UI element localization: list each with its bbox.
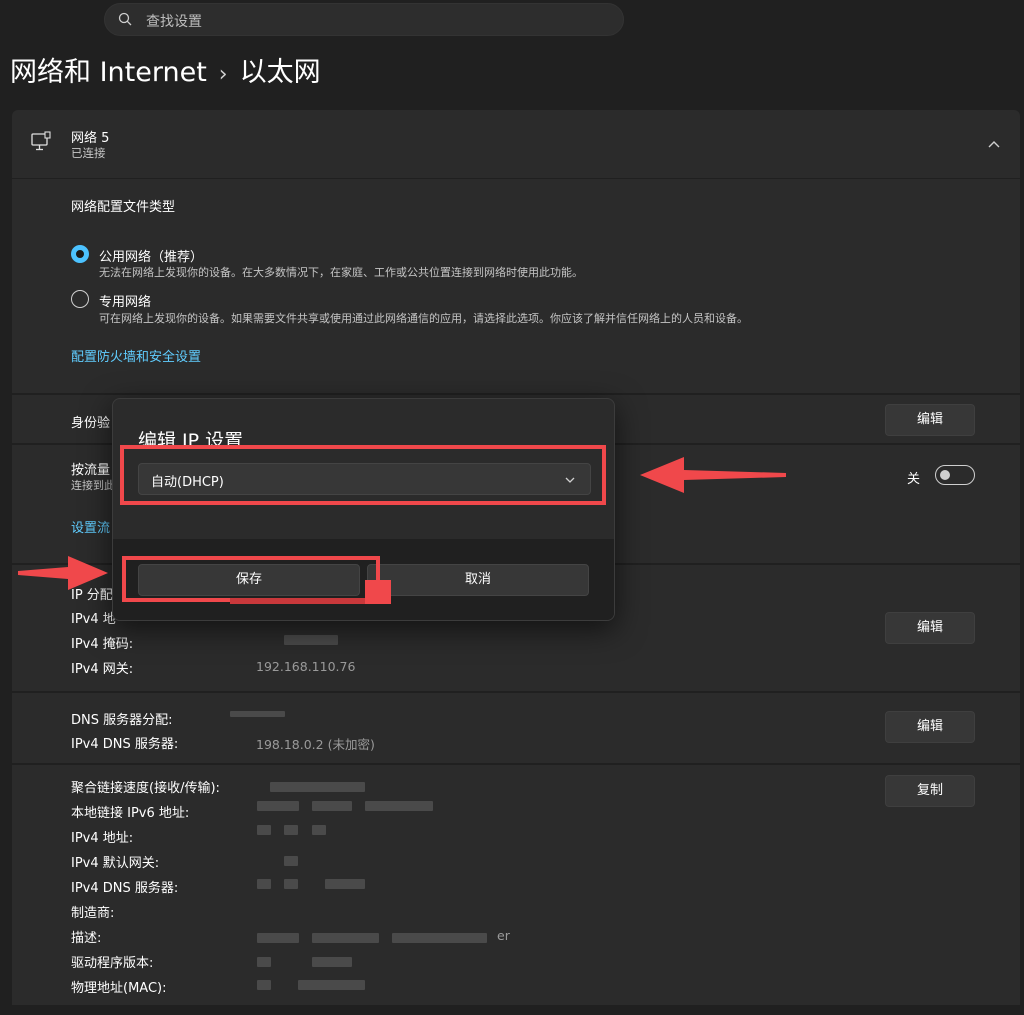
metered-label: 按流量 <box>71 463 111 478</box>
blurred-dns-assign <box>230 711 285 717</box>
prop-label: 描述: <box>71 931 102 946</box>
prop-label: 驱动程序版本: <box>71 956 154 971</box>
metered-sub: 连接到此 <box>71 479 115 492</box>
search-placeholder: 查找设置 <box>146 14 202 30</box>
cancel-button[interactable]: 取消 <box>367 564 589 596</box>
blurred-value <box>257 801 299 811</box>
annotation-arrow-right <box>18 556 108 590</box>
network-name: 网络 5 <box>71 131 110 146</box>
blurred-value <box>270 782 365 792</box>
profile-heading: 网络配置文件类型 <box>71 200 176 215</box>
dns-edit-button[interactable]: 编辑 <box>885 711 975 743</box>
toggle-state-label: 关 <box>907 472 921 487</box>
prop-label: IPv4 默认网关: <box>71 856 160 871</box>
blurred-value <box>257 879 271 889</box>
blurred-value <box>284 856 298 866</box>
radio-private-desc: 可在网络上发现你的设备。如果需要文件共享或使用通过此网络通信的应用，请选择此选项… <box>99 312 748 325</box>
prop-label: IPv4 地址: <box>71 831 134 846</box>
highlight-marker <box>365 580 391 604</box>
radio-public-label: 公用网络（推荐） <box>99 250 204 265</box>
prop-label: IPv4 DNS 服务器: <box>71 881 179 896</box>
breadcrumb-current: 以太网 <box>239 57 321 88</box>
copy-button[interactable]: 复制 <box>885 775 975 807</box>
prop-label: 聚合链接速度(接收/传输): <box>71 781 220 796</box>
description-tail: er <box>497 928 510 943</box>
network-status: 已连接 <box>71 146 106 160</box>
ipv4-address-label: IPv4 地 <box>71 612 116 627</box>
blurred-value <box>312 933 379 943</box>
blurred-value <box>257 825 271 835</box>
dns-row <box>12 693 1020 763</box>
dns-ipv4-value: 198.18.0.2 (未加密) <box>256 737 375 752</box>
search-box[interactable]: 查找设置 <box>104 3 624 36</box>
radio-private-label: 专用网络 <box>99 295 152 310</box>
prop-label: 本地链接 IPv6 地址: <box>71 806 190 821</box>
network-header[interactable] <box>12 110 1020 178</box>
blurred-value <box>312 801 352 811</box>
blurred-value <box>365 801 433 811</box>
blurred-mask <box>284 635 338 645</box>
radio-public[interactable] <box>71 245 89 263</box>
prop-label: 物理地址(MAC): <box>71 981 167 996</box>
ipv4-mask-label: IPv4 掩码: <box>71 637 134 652</box>
ipv4-gateway-label: IPv4 网关: <box>71 662 134 677</box>
dns-ipv4-label: IPv4 DNS 服务器: <box>71 737 179 752</box>
blurred-value <box>257 957 271 967</box>
prop-label: 制造商: <box>71 906 115 921</box>
annotation-arrow-left <box>640 457 786 493</box>
page-title: 网络和 Internet › 以太网 <box>10 50 321 89</box>
data-limit-link[interactable]: 设置流 <box>71 517 110 536</box>
ip-edit-button[interactable]: 编辑 <box>885 612 975 644</box>
ethernet-icon <box>31 131 51 151</box>
auth-edit-button[interactable]: 编辑 <box>885 404 975 436</box>
blurred-value <box>284 879 298 889</box>
auth-label: 身份验 <box>71 416 111 431</box>
dns-assign-label: DNS 服务器分配: <box>71 713 173 728</box>
blurred-value <box>284 825 298 835</box>
blurred-value <box>312 825 326 835</box>
blurred-value <box>298 980 365 990</box>
highlight-save-box <box>122 556 380 602</box>
blurred-value <box>392 933 487 943</box>
highlight-underline <box>230 598 365 604</box>
blurred-value <box>312 957 352 967</box>
search-icon <box>118 12 132 26</box>
blurred-value <box>325 879 365 889</box>
radio-public-desc: 无法在网络上发现你的设备。在大多数情况下，在家庭、工作或公共位置连接到网络时使用… <box>99 266 583 279</box>
breadcrumb-parent[interactable]: 网络和 Internet <box>10 57 207 88</box>
firewall-link[interactable]: 配置防火墙和安全设置 <box>71 346 201 365</box>
radio-private[interactable] <box>71 290 89 308</box>
blurred-value <box>257 980 271 990</box>
breadcrumb-separator: › <box>218 62 228 87</box>
highlight-dropdown-box <box>120 445 606 505</box>
ipv4-gateway-value: 192.168.110.76 <box>256 659 356 674</box>
metered-toggle[interactable] <box>935 465 975 485</box>
toggle-knob <box>940 470 950 480</box>
chevron-up-icon[interactable] <box>984 134 1004 154</box>
blurred-value <box>257 933 299 943</box>
